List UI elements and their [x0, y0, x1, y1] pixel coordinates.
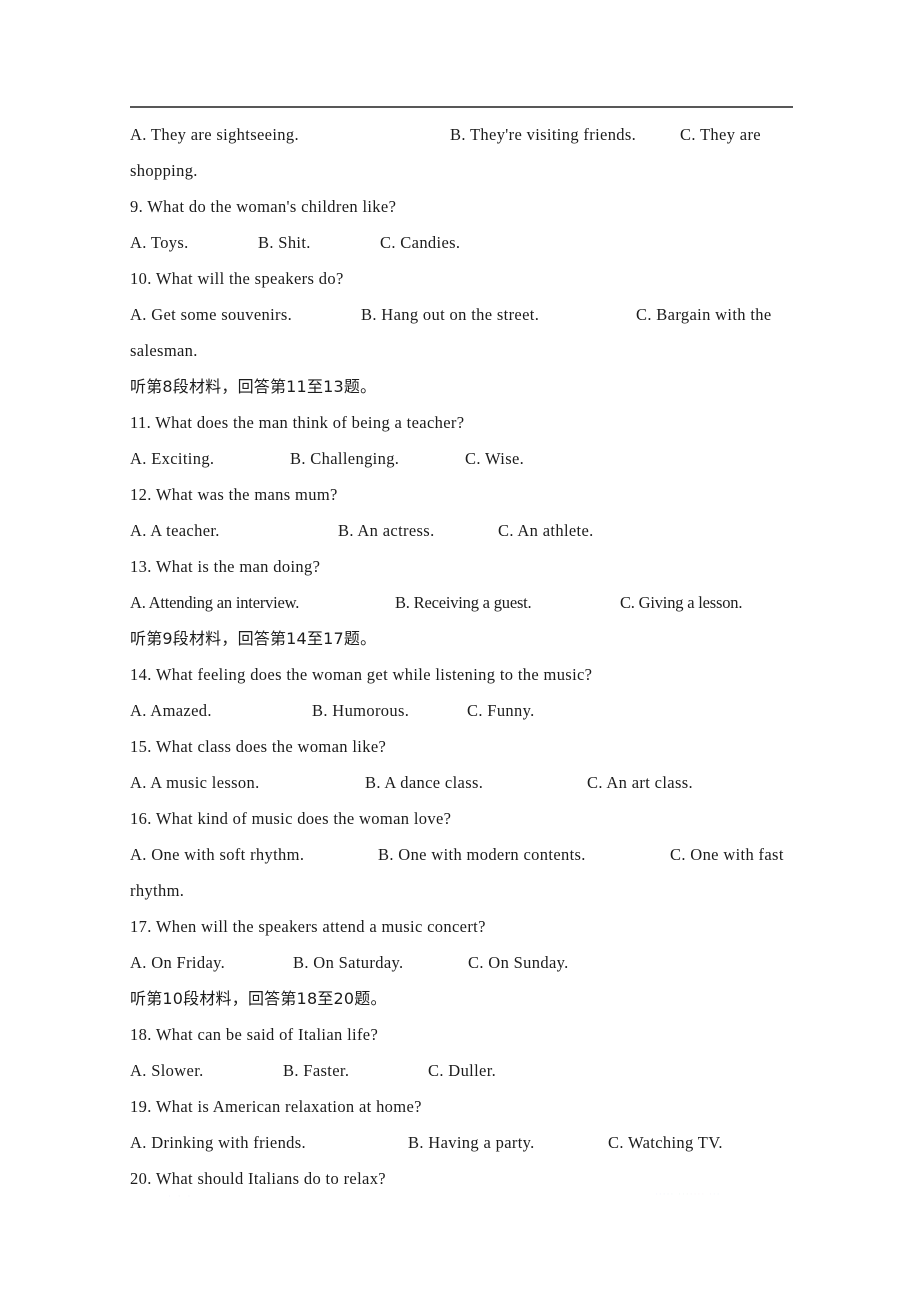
answer-option[interactable]: A. A music lesson.	[130, 765, 365, 801]
answer-option[interactable]: B. Receiving a guest.	[395, 585, 620, 621]
answer-option[interactable]: C. They are	[680, 117, 761, 153]
answer-option[interactable]: A. A teacher.	[130, 513, 338, 549]
answer-option[interactable]: B. Challenging.	[290, 441, 465, 477]
header-divider-rule	[130, 106, 793, 108]
answer-option[interactable]: A. Amazed.	[130, 693, 312, 729]
question-list: A. They are sightseeing. B. They're visit…	[130, 117, 795, 1197]
option-continuation: shopping.	[130, 161, 198, 180]
section-heading: 听第8段材料，回答第11至13题。	[130, 377, 377, 396]
answer-option[interactable]: B. Hang out on the street.	[361, 297, 636, 333]
watermark-left: · · ·	[168, 1192, 193, 1202]
answer-option[interactable]: C. An art class.	[587, 765, 693, 801]
question-stem: 11. What does the man think of being a t…	[130, 413, 465, 432]
answer-option[interactable]: C. Funny.	[467, 693, 535, 729]
section-heading: 听第9段材料，回答第14至17题。	[130, 629, 377, 648]
answer-option[interactable]: A. They are sightseeing.	[130, 117, 450, 153]
answer-option[interactable]: A. Get some souvenirs.	[130, 297, 361, 333]
answer-option[interactable]: B. Faster.	[283, 1053, 428, 1089]
answer-option[interactable]: B. One with modern contents.	[378, 837, 670, 873]
option-row: A. On Friday. B. On Saturday. C. On Sunday…	[130, 945, 795, 981]
answer-option[interactable]: C. One with fast	[670, 837, 784, 873]
document-page: A. They are sightseeing. B. They're visit…	[0, 0, 920, 1302]
answer-option[interactable]: B. Having a party.	[408, 1125, 608, 1161]
option-row: A. Slower. B. Faster. C. Duller.	[130, 1053, 795, 1089]
answer-option[interactable]: B. Humorous.	[312, 693, 467, 729]
question-stem: 15. What class does the woman like?	[130, 737, 387, 756]
question-stem: 14. What feeling does the woman get whil…	[130, 665, 593, 684]
answer-option[interactable]: A. On Friday.	[130, 945, 293, 981]
question-stem: 19. What is American relaxation at home?	[130, 1097, 422, 1116]
answer-option[interactable]: B. A dance class.	[365, 765, 587, 801]
answer-option[interactable]: C. Watching TV.	[608, 1125, 723, 1161]
question-stem: 17. When will the speakers attend a musi…	[130, 917, 486, 936]
answer-option[interactable]: C. Candies.	[380, 225, 460, 261]
watermark-right: ····· ······· ···	[655, 1190, 721, 1200]
answer-option[interactable]: A. Exciting.	[130, 441, 290, 477]
option-row: A. A teacher. B. An actress. C. An athlete…	[130, 513, 795, 549]
option-row: A. Drinking with friends. B. Having a par…	[130, 1125, 795, 1161]
answer-option[interactable]: B. On Saturday.	[293, 945, 468, 981]
option-row: A. Get some souvenirs. B. Hang out on the…	[130, 297, 795, 333]
answer-option[interactable]: A. One with soft rhythm.	[130, 837, 378, 873]
answer-option[interactable]: A. Toys.	[130, 225, 258, 261]
section-heading: 听第10段材料，回答第18至20题。	[130, 989, 387, 1008]
option-row: A. Attending an interview. B. Receiving a…	[130, 585, 795, 621]
answer-option[interactable]: C. Wise.	[465, 441, 524, 477]
option-row: A. A music lesson. B. A dance class. C. An…	[130, 765, 795, 801]
answer-option[interactable]: C. Giving a lesson.	[620, 585, 742, 621]
answer-option[interactable]: A. Attending an interview.	[130, 585, 395, 621]
answer-option[interactable]: C. On Sunday.	[468, 945, 569, 981]
question-stem: 10. What will the speakers do?	[130, 269, 344, 288]
question-stem: 9. What do the woman's children like?	[130, 197, 397, 216]
option-row: A. Amazed. B. Humorous. C. Funny.	[130, 693, 795, 729]
option-row: A. One with soft rhythm. B. One with mode…	[130, 837, 795, 873]
answer-option[interactable]: A. Drinking with friends.	[130, 1125, 408, 1161]
answer-option[interactable]: B. They're visiting friends.	[450, 117, 680, 153]
answer-option[interactable]: C. Duller.	[428, 1053, 496, 1089]
answer-option[interactable]: C. Bargain with the	[636, 297, 772, 333]
answer-option[interactable]: A. Slower.	[130, 1053, 283, 1089]
question-stem: 16. What kind of music does the woman lo…	[130, 809, 452, 828]
answer-option[interactable]: C. An athlete.	[498, 513, 594, 549]
answer-option[interactable]: B. An actress.	[338, 513, 498, 549]
answer-option[interactable]: B. Shit.	[258, 225, 380, 261]
question-stem: 12. What was the mans mum?	[130, 485, 338, 504]
question-stem: 18. What can be said of Italian life?	[130, 1025, 379, 1044]
question-stem: 13. What is the man doing?	[130, 557, 321, 576]
option-row: A. Exciting. B. Challenging. C. Wise.	[130, 441, 795, 477]
option-continuation: salesman.	[130, 341, 198, 360]
option-row: A. Toys. B. Shit. C. Candies.	[130, 225, 795, 261]
option-continuation: rhythm.	[130, 881, 185, 900]
option-row: A. They are sightseeing. B. They're visit…	[130, 117, 795, 153]
